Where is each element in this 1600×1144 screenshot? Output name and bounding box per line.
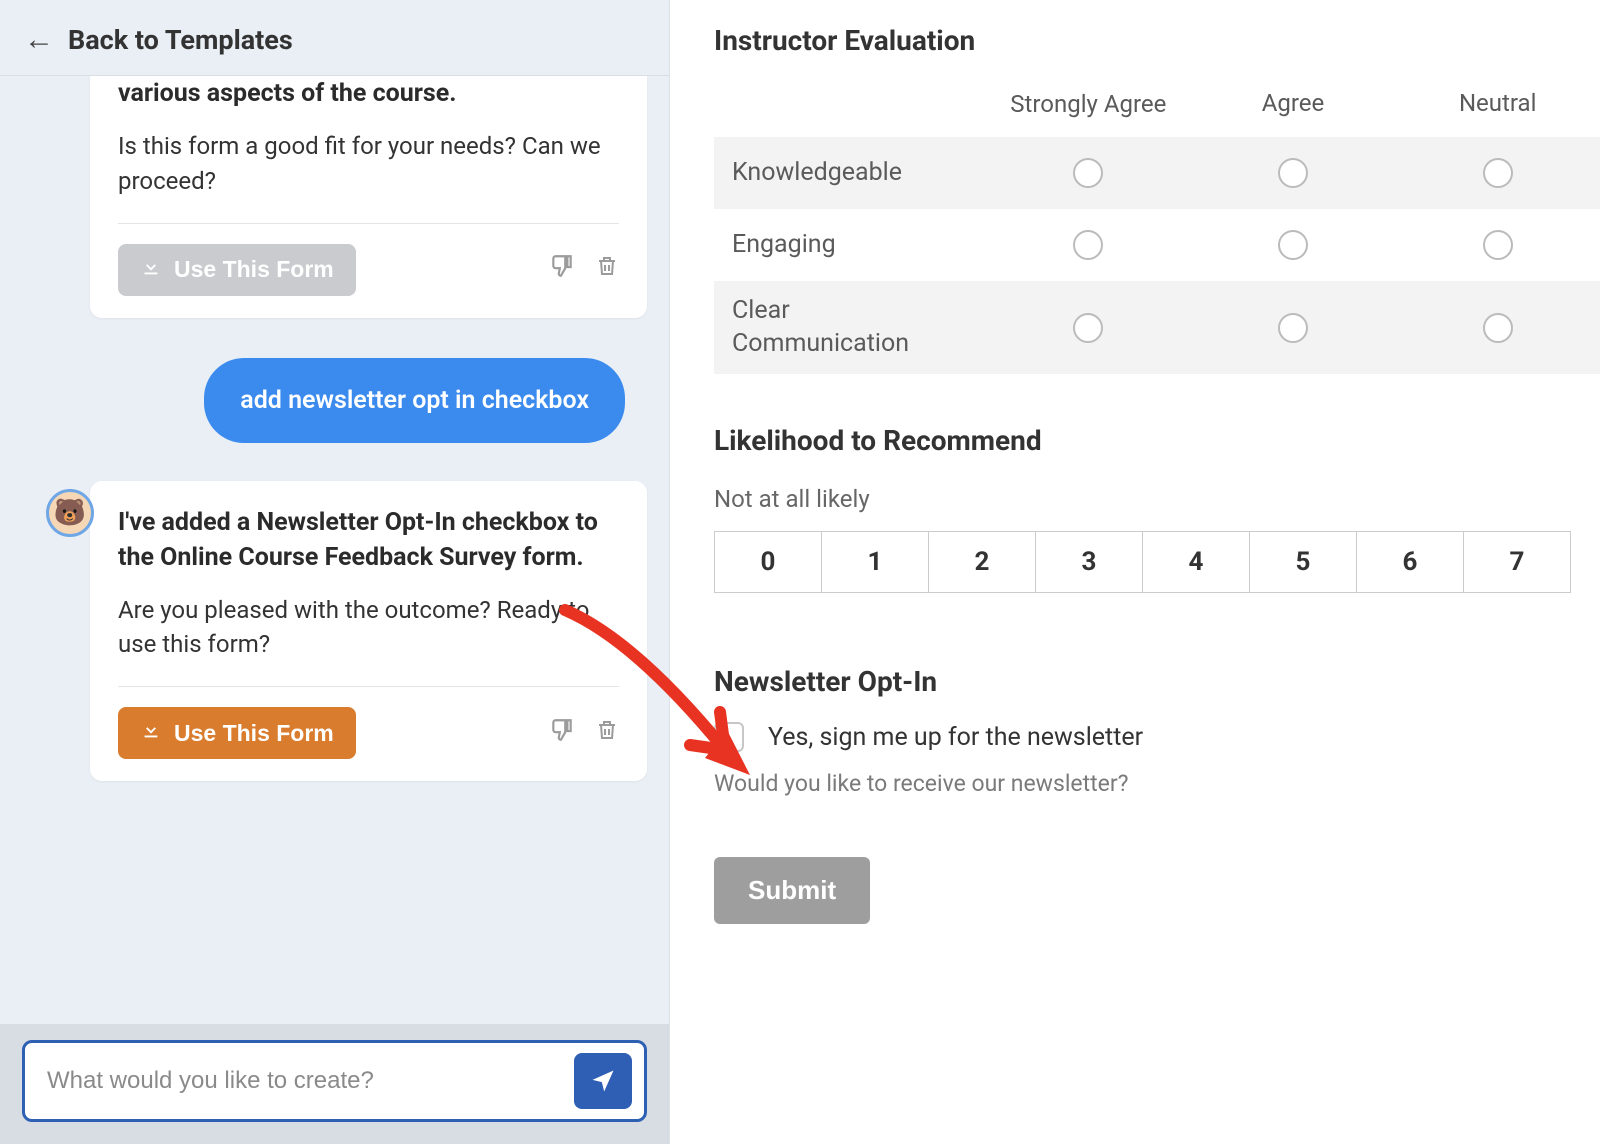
back-arrow-icon[interactable]: ← (24, 22, 54, 57)
nps-option[interactable]: 6 (1356, 531, 1464, 593)
newsletter-checkbox[interactable] (714, 722, 744, 752)
chat-panel: ← Back to Templates various aspects of t… (0, 0, 670, 1144)
matrix-row-label: Engaging (714, 215, 986, 276)
use-form-label: Use This Form (174, 256, 334, 283)
chat-header: ← Back to Templates (0, 0, 669, 76)
nps-option[interactable]: 7 (1463, 531, 1571, 593)
trash-icon[interactable] (595, 717, 619, 750)
assistant-message: I've added a Newsletter Opt-In checkbox … (90, 481, 647, 782)
use-this-form-button[interactable]: Use This Form (118, 707, 356, 759)
send-icon (589, 1067, 617, 1095)
radio-input[interactable] (1073, 230, 1103, 260)
use-this-form-button: Use This Form (118, 244, 356, 296)
radio-input[interactable] (1483, 230, 1513, 260)
newsletter-checkbox-label: Yes, sign me up for the newsletter (768, 723, 1143, 752)
matrix-row: Clear Communication (714, 281, 1600, 374)
matrix-col-header: Strongly Agree (986, 81, 1191, 137)
assistant-bold-text: I've added a Newsletter Opt-In checkbox … (118, 505, 619, 575)
radio-input[interactable] (1483, 158, 1513, 188)
thumbs-down-icon[interactable] (549, 717, 575, 750)
divider (118, 686, 619, 687)
nps-scale: 0 1 2 3 4 5 6 7 (714, 531, 1600, 593)
radio-input[interactable] (1483, 313, 1513, 343)
assistant-bold-text: various aspects of the course. (118, 76, 619, 111)
nps-option[interactable]: 1 (821, 531, 929, 593)
radio-input[interactable] (1278, 313, 1308, 343)
section-title-instructor: Instructor Evaluation (714, 24, 1600, 57)
assistant-body-text: Are you pleased with the outcome? Ready … (118, 593, 619, 663)
submit-button[interactable]: Submit (714, 857, 870, 924)
nps-option[interactable]: 0 (714, 531, 822, 593)
assistant-body-text: Is this form a good fit for your needs? … (118, 129, 619, 199)
thumbs-down-icon[interactable] (549, 253, 575, 286)
use-form-label: Use This Form (174, 720, 334, 747)
divider (118, 223, 619, 224)
radio-input[interactable] (1073, 158, 1103, 188)
section-title-recommend: Likelihood to Recommend (714, 424, 1600, 457)
download-icon (140, 256, 162, 284)
matrix-row-label: Clear Communication (714, 281, 986, 374)
nps-option[interactable]: 3 (1035, 531, 1143, 593)
nps-low-label: Not at all likely (714, 485, 1600, 513)
matrix-row: Engaging (714, 209, 1600, 281)
nps-option[interactable]: 5 (1249, 531, 1357, 593)
nps-option[interactable]: 2 (928, 531, 1036, 593)
chat-input-box[interactable] (22, 1040, 647, 1122)
section-title-newsletter: Newsletter Opt-In (714, 665, 1600, 698)
send-button[interactable] (574, 1053, 632, 1109)
radio-input[interactable] (1073, 313, 1103, 343)
chat-scroll: various aspects of the course. Is this f… (0, 76, 669, 1024)
assistant-message: various aspects of the course. Is this f… (90, 76, 647, 318)
matrix-col-header: Neutral (1395, 81, 1600, 137)
form-preview-panel: Instructor Evaluation Strongly Agree Agr… (670, 0, 1600, 1144)
matrix-row: Knowledgeable (714, 137, 1600, 209)
chat-input[interactable] (47, 1067, 574, 1095)
chat-input-bar (0, 1024, 669, 1144)
user-message: add newsletter opt in checkbox (204, 358, 625, 443)
radio-input[interactable] (1278, 230, 1308, 260)
radio-input[interactable] (1278, 158, 1308, 188)
assistant-avatar: 🐻 (46, 489, 94, 537)
back-to-templates-link[interactable]: Back to Templates (68, 24, 293, 56)
matrix-row-label: Knowledgeable (714, 143, 986, 204)
nps-option[interactable]: 4 (1142, 531, 1250, 593)
download-icon (140, 719, 162, 747)
matrix-col-header: Agree (1191, 81, 1396, 137)
matrix-instructor: Strongly Agree Agree Neutral Knowledgeab… (714, 81, 1600, 374)
newsletter-helper-text: Would you like to receive our newsletter… (714, 770, 1600, 797)
newsletter-section: Newsletter Opt-In Yes, sign me up for th… (714, 665, 1600, 797)
trash-icon[interactable] (595, 253, 619, 286)
